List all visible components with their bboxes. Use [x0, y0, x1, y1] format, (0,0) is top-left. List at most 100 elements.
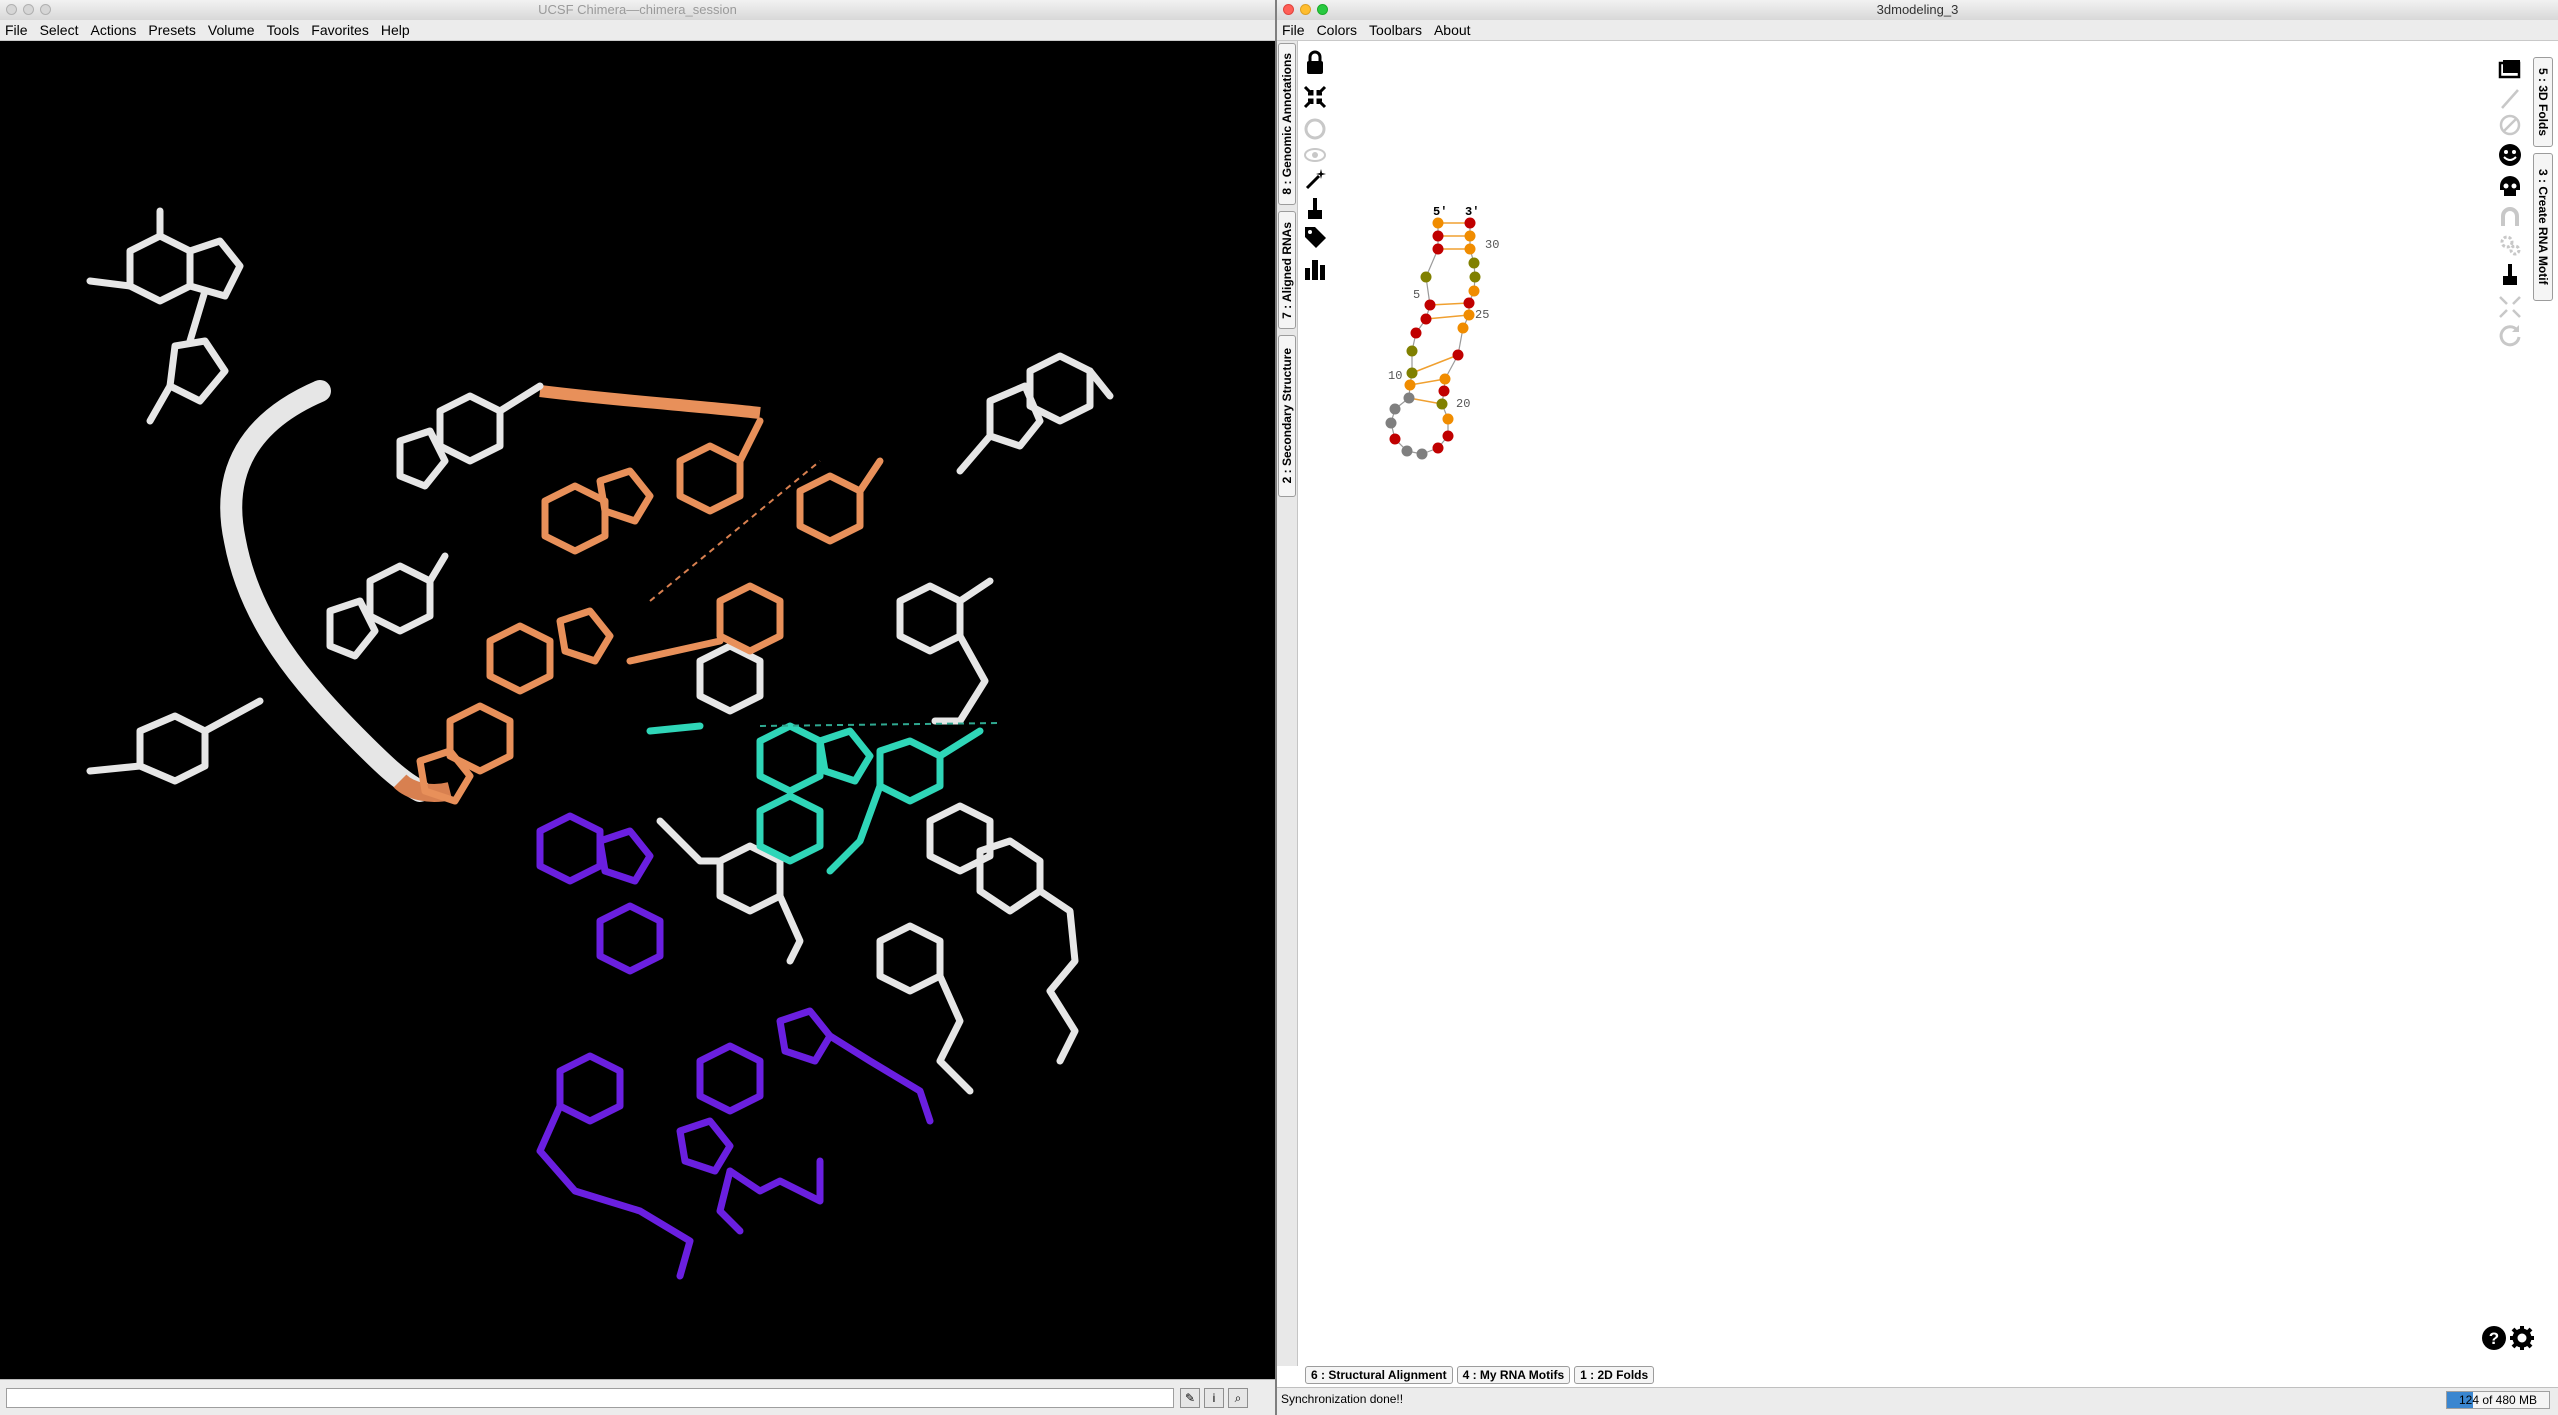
position-label-25: 25	[1475, 308, 1489, 322]
nucleotide[interactable]	[1406, 345, 1418, 357]
brush-icon[interactable]	[2496, 261, 2524, 289]
nucleotide[interactable]	[1442, 430, 1454, 442]
collapse-icon[interactable]	[1301, 83, 1329, 111]
menu-actions[interactable]: Actions	[85, 20, 143, 40]
gear-icon[interactable]	[2508, 1324, 2536, 1352]
nucleotide[interactable]	[1432, 217, 1444, 229]
nucleotide[interactable]	[1432, 230, 1444, 242]
nucleotide[interactable]	[1442, 413, 1454, 425]
molecule-render	[86, 207, 1114, 1280]
close-button[interactable]	[1283, 4, 1294, 15]
nucleotide[interactable]	[1385, 417, 1397, 429]
skull-icon[interactable]	[2496, 173, 2524, 201]
lock-icon[interactable]	[1301, 49, 1329, 77]
collapse-icon[interactable]	[2496, 293, 2524, 321]
tab-2d-folds[interactable]: 1 : 2D Folds	[1574, 1366, 1655, 1384]
refresh-icon[interactable]	[1301, 115, 1329, 143]
menu-help[interactable]: Help	[376, 20, 417, 40]
nucleotide[interactable]	[1432, 442, 1444, 454]
nucleotide[interactable]	[1432, 243, 1444, 255]
nucleotide[interactable]	[1468, 257, 1480, 269]
minimize-button[interactable]	[23, 4, 34, 15]
tab-aligned-rnas[interactable]: 7 : Aligned RNAs	[1278, 211, 1296, 329]
help-icon[interactable]: ?	[2480, 1324, 2508, 1352]
hbond-lines	[649, 460, 821, 602]
rna-secondary-structure: 5' 3' 5 10 20 25 30	[1385, 205, 1499, 460]
position-label-5: 5	[1413, 288, 1420, 302]
nucleotide[interactable]	[1438, 385, 1450, 397]
memory-indicator[interactable]: 124 of 480 MB used	[2446, 1391, 2550, 1409]
forbidden-icon[interactable]	[2496, 111, 2524, 139]
tab-my-rna-motifs[interactable]: 4 : My RNA Motifs	[1456, 1366, 1571, 1384]
nucleotide[interactable]	[1457, 322, 1469, 334]
minimize-button[interactable]	[1300, 4, 1311, 15]
nucleotide[interactable]	[1406, 367, 1418, 379]
tag-icon[interactable]	[1301, 223, 1329, 251]
nucleotide[interactable]	[1468, 285, 1480, 297]
nucleotide[interactable]	[1469, 271, 1481, 283]
menu-volume[interactable]: Volume	[203, 20, 262, 40]
nucleotide[interactable]	[1439, 373, 1451, 385]
modeler-menubar: File Colors Toolbars About	[1277, 20, 2558, 41]
window-stack-icon[interactable]	[2496, 55, 2524, 83]
zoom-button[interactable]	[40, 4, 51, 15]
magnet-icon[interactable]	[2496, 203, 2524, 231]
menu-tools[interactable]: Tools	[262, 20, 307, 40]
tab-3d-folds[interactable]: 5 : 3D Folds	[2533, 57, 2553, 147]
nucleotide[interactable]	[1464, 230, 1476, 242]
nucleotide[interactable]	[1403, 392, 1415, 404]
menu-colors[interactable]: Colors	[1312, 20, 1364, 40]
command-input[interactable]	[6, 1388, 1174, 1408]
menu-presets[interactable]: Presets	[143, 20, 202, 40]
base-pair-link	[1429, 302, 1470, 306]
structure-canvas[interactable]: 5' 3' 5 10 20 25 30 ?	[1298, 41, 2534, 1366]
nucleotide[interactable]	[1401, 445, 1413, 457]
molecular-viewport[interactable]	[0, 41, 1275, 1379]
menu-about[interactable]: About	[1429, 20, 1478, 40]
tab-structural-alignment[interactable]: 6 : Structural Alignment	[1305, 1366, 1453, 1384]
nucleotide[interactable]	[1404, 379, 1416, 391]
nucleotide[interactable]	[1424, 299, 1436, 311]
menu-toolbars[interactable]: Toolbars	[1364, 20, 1429, 40]
nucleotide[interactable]	[1463, 297, 1475, 309]
refresh-icon[interactable]	[2496, 321, 2524, 349]
svg-text:?: ?	[2489, 1329, 2499, 1348]
window-controls	[1283, 4, 1328, 15]
nucleotide[interactable]	[1464, 217, 1476, 229]
nucleotide[interactable]	[1416, 448, 1428, 460]
right-tab-strip: 5 : 3D Folds 3 : Create RNA Motif	[2531, 41, 2557, 541]
zoom-button[interactable]	[1317, 4, 1328, 15]
menu-file[interactable]: File	[0, 20, 35, 40]
nucleotide[interactable]	[1420, 313, 1432, 325]
menu-select[interactable]: Select	[35, 20, 86, 40]
magnifier-icon[interactable]: ⌕	[1228, 1388, 1248, 1408]
line-icon[interactable]	[2496, 85, 2524, 113]
info-icon[interactable]: i	[1204, 1388, 1224, 1408]
nucleotide[interactable]	[1389, 403, 1401, 415]
brush-icon[interactable]	[1301, 195, 1329, 223]
smiley-icon[interactable]	[2496, 141, 2524, 169]
tab-genomic-annotations[interactable]: 8 : Genomic Annotations	[1278, 43, 1296, 205]
nucleotide[interactable]	[1464, 243, 1476, 255]
tab-secondary-structure[interactable]: 2 : Secondary Structure	[1278, 335, 1296, 497]
nucleotide[interactable]	[1452, 349, 1464, 361]
gears-icon[interactable]	[2496, 231, 2524, 259]
menu-favorites[interactable]: Favorites	[306, 20, 376, 40]
nucleotide[interactable]	[1410, 327, 1422, 339]
close-button[interactable]	[6, 4, 17, 15]
nucleotide[interactable]	[1389, 433, 1401, 445]
chimera-titlebar: UCSF Chimera—chimera_session	[0, 0, 1275, 21]
magic-wand-icon[interactable]	[1301, 165, 1329, 193]
nucleotide[interactable]	[1436, 398, 1448, 410]
chimera-menubar: File Select Actions Presets Volume Tools…	[0, 20, 1275, 41]
chimera-command-bar: ✎ i ⌕	[0, 1379, 1275, 1415]
position-label-10: 10	[1388, 369, 1402, 383]
bottom-tab-strip: 6 : Structural Alignment 4 : My RNA Moti…	[1305, 1366, 1655, 1384]
tab-create-rna-motif[interactable]: 3 : Create RNA Motif	[2533, 153, 2553, 301]
draw-icon[interactable]: ✎	[1180, 1388, 1200, 1408]
bar-chart-icon[interactable]	[1301, 255, 1329, 283]
window-title: UCSF Chimera—chimera_session	[538, 2, 737, 17]
nucleotide[interactable]	[1420, 271, 1432, 283]
nucleotide[interactable]	[1463, 309, 1475, 321]
menu-file[interactable]: File	[1277, 20, 1312, 40]
